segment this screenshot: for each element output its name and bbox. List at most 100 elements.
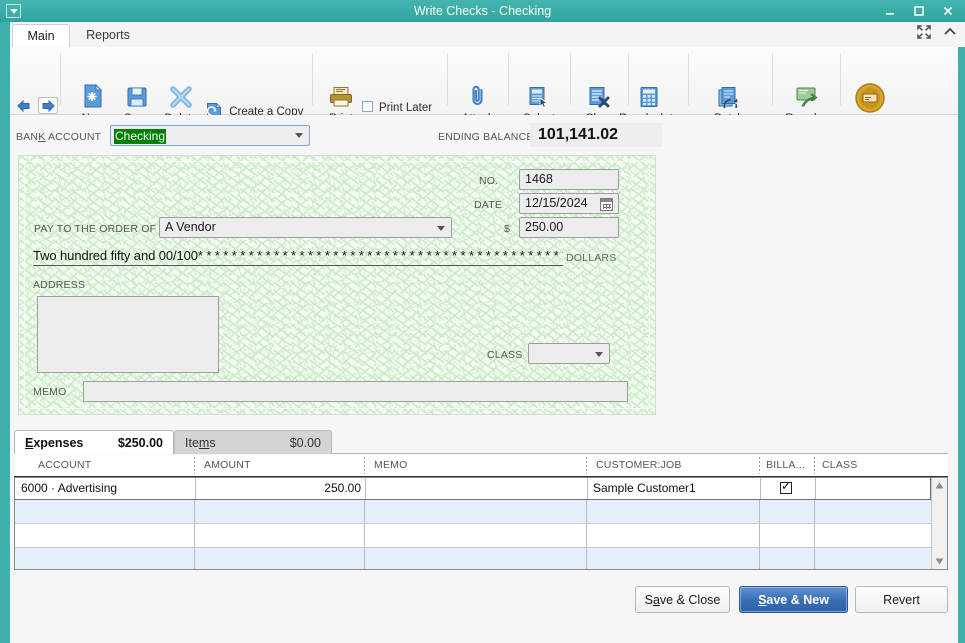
bank-account-value: Checking (114, 129, 167, 144)
reorder-reminder-icon (796, 87, 818, 107)
tab-items-amount: $0.00 (289, 436, 321, 450)
check-form: NO. 1468 DATE 12/15/2024 PAY TO THE ORDE… (18, 155, 656, 415)
column-header-customer-job: CUSTOMER:JOB (596, 459, 682, 471)
expand-icon[interactable] (917, 25, 931, 42)
table-row[interactable] (14, 524, 931, 547)
checkbox-icon (362, 101, 373, 112)
tab-reports[interactable]: Reports (72, 24, 144, 47)
forward-arrow-icon[interactable] (38, 97, 58, 114)
pay-to-value: A Vendor (165, 220, 216, 234)
chevron-down-icon[interactable] (434, 221, 448, 235)
grid-header: ACCOUNT AMOUNT MEMO CUSTOMER:JOB BILLA..… (14, 455, 948, 477)
save-and-close-label: Save & Close (644, 592, 721, 607)
ending-balance-label: ENDING BALANCE (438, 131, 534, 143)
tab-items[interactable]: Items $0.00 (174, 430, 332, 454)
cell-amount[interactable]: 250.00 (197, 478, 365, 499)
save-and-new-button[interactable]: Save & New (739, 586, 848, 613)
amount-in-words: Two hundred fifty and 00/100* * * * * * … (33, 248, 563, 266)
class-combo[interactable] (528, 343, 610, 364)
column-header-amount: AMOUNT (204, 459, 251, 471)
tab-expenses-rest: xpenses (33, 436, 84, 450)
check-amount-input[interactable]: 250.00 (519, 217, 619, 238)
check-date-label: DATE (474, 199, 503, 211)
delete-x-icon (170, 86, 192, 108)
window-controls (877, 0, 961, 22)
tab-main-label: Main (27, 29, 55, 43)
column-header-billable: BILLA... (766, 459, 805, 471)
grid-scrollbar[interactable] (931, 477, 948, 570)
class-label: CLASS (487, 349, 523, 361)
back-arrow-icon[interactable] (14, 97, 34, 114)
column-header-memo: MEMO (374, 459, 408, 471)
bank-account-label: BANK ACCOUNT (16, 131, 101, 143)
ribbon-toolbar: Find New Save (0, 47, 965, 143)
order-checks-icon (855, 83, 885, 113)
select-po-icon (529, 87, 549, 108)
address-textarea[interactable] (37, 296, 219, 373)
pay-to-combo[interactable]: A Vendor (159, 217, 452, 238)
tab-strip: Main Reports (0, 22, 965, 47)
calendar-icon[interactable] (600, 198, 613, 211)
save-and-new-rest: ave & New (766, 592, 829, 607)
check-no-label: NO. (479, 175, 499, 187)
column-header-class: CLASS (822, 459, 858, 471)
address-label: ADDRESS (33, 279, 86, 291)
bank-account-combo[interactable]: Checking (110, 125, 310, 146)
pay-to-label: PAY TO THE ORDER OF (34, 223, 157, 235)
save-and-close-button[interactable]: Save & Close (635, 586, 730, 613)
check-no-value: 1468 (525, 172, 553, 186)
tab-main[interactable]: Main (12, 24, 70, 47)
batch-transactions-icon (718, 87, 738, 113)
check-date-value: 12/15/2024 (525, 196, 588, 210)
cell-billable-checkbox[interactable] (780, 479, 792, 494)
tab-expenses[interactable]: Expenses $250.00 (14, 430, 174, 454)
memo-label: MEMO (33, 386, 67, 398)
clear-splits-icon (589, 87, 610, 108)
calculator-icon (640, 87, 658, 107)
check-date-input[interactable]: 12/15/2024 (519, 193, 619, 214)
maximize-icon[interactable] (906, 1, 932, 21)
check-no-input[interactable]: 1468 (519, 169, 619, 190)
left-accent-strip (0, 115, 10, 643)
dollar-sign-label: $ (504, 223, 511, 235)
title-bar: Write Checks - Checking (0, 0, 965, 22)
tab-expenses-label: Expenses (25, 436, 84, 450)
close-icon[interactable] (935, 1, 961, 21)
chevron-down-icon[interactable] (291, 128, 307, 143)
printer-icon (330, 87, 352, 107)
cell-account[interactable]: 6000 · Advertising (17, 478, 195, 499)
column-header-account: ACCOUNT (38, 459, 92, 471)
window-title: Write Checks - Checking (413, 4, 552, 18)
revert-button[interactable]: Revert (855, 586, 948, 613)
tab-items-label: Items (185, 436, 216, 450)
ending-balance-value: 101,141.02 (530, 123, 662, 147)
save-disk-icon (127, 87, 147, 107)
cell-customer-job[interactable]: Sample Customer1 (589, 478, 760, 499)
dollars-label: DOLLARS (566, 252, 617, 264)
memo-input[interactable] (83, 381, 628, 402)
scroll-up-arrow-icon[interactable] (932, 478, 947, 493)
chevron-up-icon[interactable] (943, 25, 957, 42)
table-row[interactable] (14, 548, 931, 570)
expenses-grid: ACCOUNT AMOUNT MEMO CUSTOMER:JOB BILLA..… (14, 455, 948, 570)
minimize-icon[interactable] (877, 1, 903, 21)
check-amount-value: 250.00 (525, 220, 564, 234)
chevron-down-icon[interactable] (592, 347, 606, 361)
save-and-new-label: Save & New (758, 592, 829, 607)
right-accent-strip (958, 115, 965, 643)
table-row[interactable] (14, 500, 931, 523)
save-and-close-rest: ve & Close (659, 592, 721, 607)
cell-class[interactable] (817, 478, 930, 499)
print-later-label: Print Later (379, 102, 433, 114)
nav-arrows (14, 97, 58, 114)
grid-body: 6000 · Advertising 250.00 Sample Custome… (14, 477, 931, 570)
revert-label: Revert (883, 592, 920, 607)
new-document-icon (84, 84, 102, 108)
tab-expenses-amount: $250.00 (117, 436, 163, 450)
scroll-down-arrow-icon[interactable] (932, 554, 947, 569)
cell-memo[interactable] (367, 478, 587, 499)
print-later-checkbox[interactable]: Print Later (362, 101, 432, 114)
table-row[interactable]: 6000 · Advertising 250.00 Sample Custome… (14, 477, 931, 500)
tab-reports-label: Reports (86, 28, 130, 42)
write-checks-window: Write Checks - Checking Main Reports Cre… (0, 0, 965, 643)
